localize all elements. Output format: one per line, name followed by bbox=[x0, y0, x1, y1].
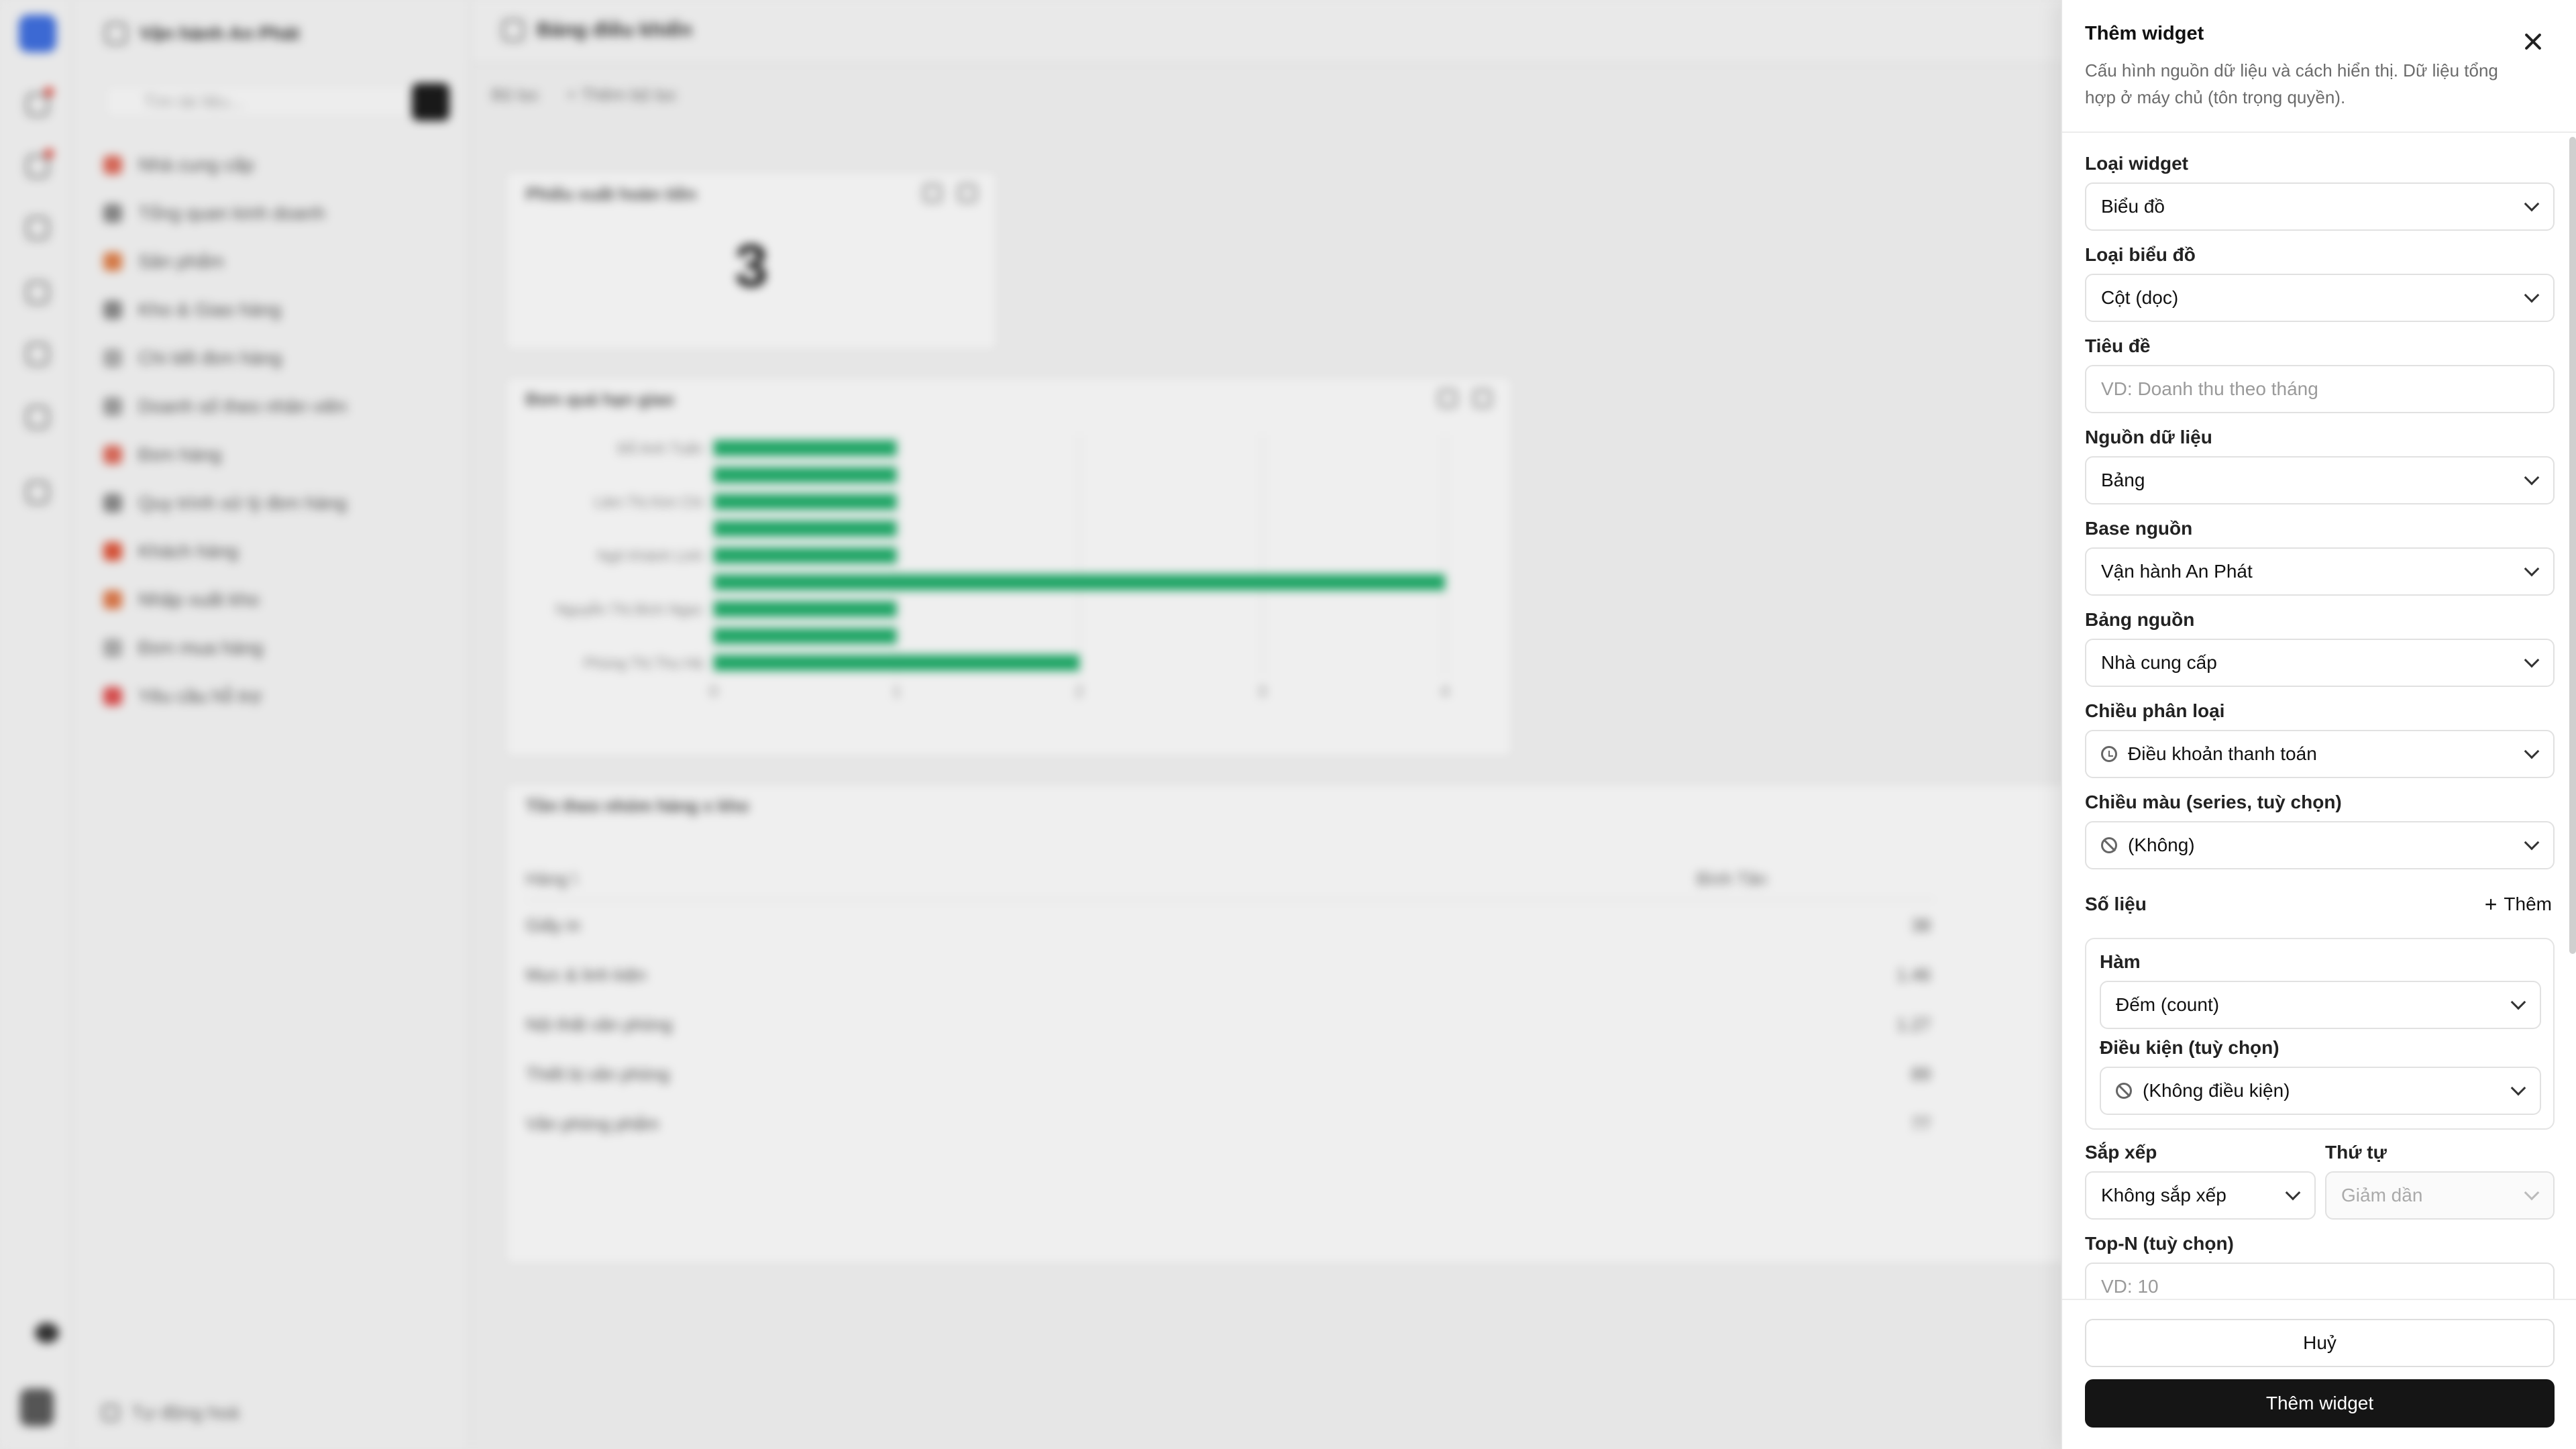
table-source-label: Bảng nguồn bbox=[2085, 609, 2195, 630]
color-dimension-value: (Không) bbox=[2128, 835, 2195, 855]
chevron-down-icon bbox=[2524, 470, 2540, 486]
color-dimension-field: Chiều màu (series, tuỳ chọn) (Không) bbox=[2085, 789, 2555, 869]
order-field: Thứ tự Giảm dần bbox=[2325, 1139, 2555, 1220]
chart-type-label: Loại biểu đồ bbox=[2085, 244, 2196, 265]
widget-type-value: Biểu đồ bbox=[2101, 196, 2165, 217]
add-widget-button[interactable]: Thêm widget bbox=[2085, 1379, 2555, 1428]
widget-type-field: Loại widget Biểu đồ bbox=[2085, 150, 2555, 231]
widget-type-label: Loại widget bbox=[2085, 153, 2188, 174]
metric-condition-field: Điều kiện (tuỳ chọn) (Không điều kiện) bbox=[2100, 1034, 2541, 1115]
metric-item: Hàm Đếm (count) Điều kiện (tuỳ chọn) (Kh… bbox=[2085, 938, 2555, 1130]
top-n-field: Top-N (tuỳ chọn) bbox=[2085, 1230, 2555, 1299]
panel-footer: Huỷ Thêm widget bbox=[2062, 1299, 2576, 1449]
data-source-field: Nguồn dữ liệu Bảng bbox=[2085, 424, 2555, 504]
ban-icon bbox=[2116, 1083, 2132, 1099]
table-source-value: Nhà cung cấp bbox=[2101, 652, 2217, 673]
metric-function-value: Đếm (count) bbox=[2116, 994, 2220, 1015]
chevron-down-icon bbox=[2524, 196, 2540, 212]
category-dimension-select[interactable]: Điều khoản thanh toán bbox=[2085, 730, 2555, 778]
title-field: Tiêu đề bbox=[2085, 333, 2555, 413]
panel-title: Thêm widget bbox=[2085, 23, 2204, 44]
modal-overlay[interactable] bbox=[0, 0, 2061, 1449]
widget-type-select[interactable]: Biểu đồ bbox=[2085, 182, 2555, 231]
metric-condition-select[interactable]: (Không điều kiện) bbox=[2100, 1067, 2541, 1115]
add-widget-panel: Thêm widget Cấu hình nguồn dữ liệu và cá… bbox=[2061, 0, 2576, 1449]
data-source-value: Bảng bbox=[2101, 470, 2145, 490]
color-dimension-label: Chiều màu (series, tuỳ chọn) bbox=[2085, 792, 2342, 812]
sort-select[interactable]: Không sắp xếp bbox=[2085, 1171, 2316, 1220]
chevron-down-icon bbox=[2524, 743, 2540, 759]
sort-value: Không sắp xếp bbox=[2101, 1185, 2226, 1205]
category-dimension-value: Điều khoản thanh toán bbox=[2128, 743, 2317, 764]
cancel-button[interactable]: Huỷ bbox=[2085, 1319, 2555, 1367]
top-n-label: Top-N (tuỳ chọn) bbox=[2085, 1233, 2234, 1254]
scrollbar-thumb[interactable] bbox=[2569, 137, 2576, 954]
metric-function-select[interactable]: Đếm (count) bbox=[2100, 981, 2541, 1029]
chevron-down-icon bbox=[2510, 994, 2526, 1010]
metric-condition-value: (Không điều kiện) bbox=[2143, 1080, 2290, 1101]
category-dimension-label: Chiều phân loại bbox=[2085, 700, 2225, 721]
metric-condition-label: Điều kiện (tuỳ chọn) bbox=[2100, 1037, 2279, 1058]
chart-type-field: Loại biểu đồ Cột (dọc) bbox=[2085, 241, 2555, 322]
data-source-label: Nguồn dữ liệu bbox=[2085, 427, 2212, 447]
chart-type-value: Cột (dọc) bbox=[2101, 287, 2179, 308]
chart-type-select[interactable]: Cột (dọc) bbox=[2085, 274, 2555, 322]
chevron-down-icon bbox=[2524, 1185, 2540, 1201]
base-source-label: Base nguồn bbox=[2085, 518, 2193, 539]
chevron-down-icon bbox=[2524, 287, 2540, 303]
add-metric-label: Thêm bbox=[2504, 894, 2552, 914]
plus-icon: + bbox=[2484, 892, 2498, 916]
table-source-select[interactable]: Nhà cung cấp bbox=[2085, 639, 2555, 687]
title-label: Tiêu đề bbox=[2085, 335, 2151, 356]
base-source-field: Base nguồn Vận hành An Phát bbox=[2085, 515, 2555, 596]
panel-description: Cấu hình nguồn dữ liệu và cách hiển thị.… bbox=[2085, 60, 2498, 107]
title-input[interactable] bbox=[2085, 365, 2555, 413]
add-metric-button[interactable]: + Thêm bbox=[2485, 894, 2555, 915]
chevron-down-icon bbox=[2510, 1080, 2526, 1096]
metrics-header: Số liệu + Thêm bbox=[2085, 891, 2555, 918]
metric-function-label: Hàm bbox=[2100, 951, 2141, 972]
clock-icon bbox=[2101, 746, 2117, 762]
sort-label: Sắp xếp bbox=[2085, 1142, 2157, 1163]
category-dimension-field: Chiều phân loại Điều khoản thanh toán bbox=[2085, 698, 2555, 778]
chevron-down-icon bbox=[2524, 652, 2540, 668]
metric-function-field: Hàm Đếm (count) bbox=[2100, 949, 2541, 1029]
order-value: Giảm dần bbox=[2341, 1185, 2423, 1205]
base-source-select[interactable]: Vận hành An Phát bbox=[2085, 547, 2555, 596]
table-source-field: Bảng nguồn Nhà cung cấp bbox=[2085, 606, 2555, 687]
order-select: Giảm dần bbox=[2325, 1171, 2555, 1220]
panel-header: Thêm widget Cấu hình nguồn dữ liệu và cá… bbox=[2085, 23, 2555, 111]
close-icon[interactable] bbox=[2520, 28, 2546, 55]
chevron-down-icon bbox=[2524, 561, 2540, 577]
panel-body[interactable]: Loại widget Biểu đồ Loại biểu đồ Cột (dọ… bbox=[2062, 133, 2576, 1299]
color-dimension-select[interactable]: (Không) bbox=[2085, 821, 2555, 869]
sort-field: Sắp xếp Không sắp xếp bbox=[2085, 1139, 2316, 1220]
metrics-label: Số liệu bbox=[2085, 894, 2147, 914]
order-label: Thứ tự bbox=[2325, 1142, 2387, 1163]
scrollbar[interactable] bbox=[2568, 133, 2576, 1299]
data-source-select[interactable]: Bảng bbox=[2085, 456, 2555, 504]
base-source-value: Vận hành An Phát bbox=[2101, 561, 2253, 582]
top-n-input[interactable] bbox=[2085, 1263, 2555, 1299]
ban-icon bbox=[2101, 837, 2117, 853]
chevron-down-icon bbox=[2524, 835, 2540, 851]
chevron-down-icon bbox=[2285, 1185, 2301, 1201]
